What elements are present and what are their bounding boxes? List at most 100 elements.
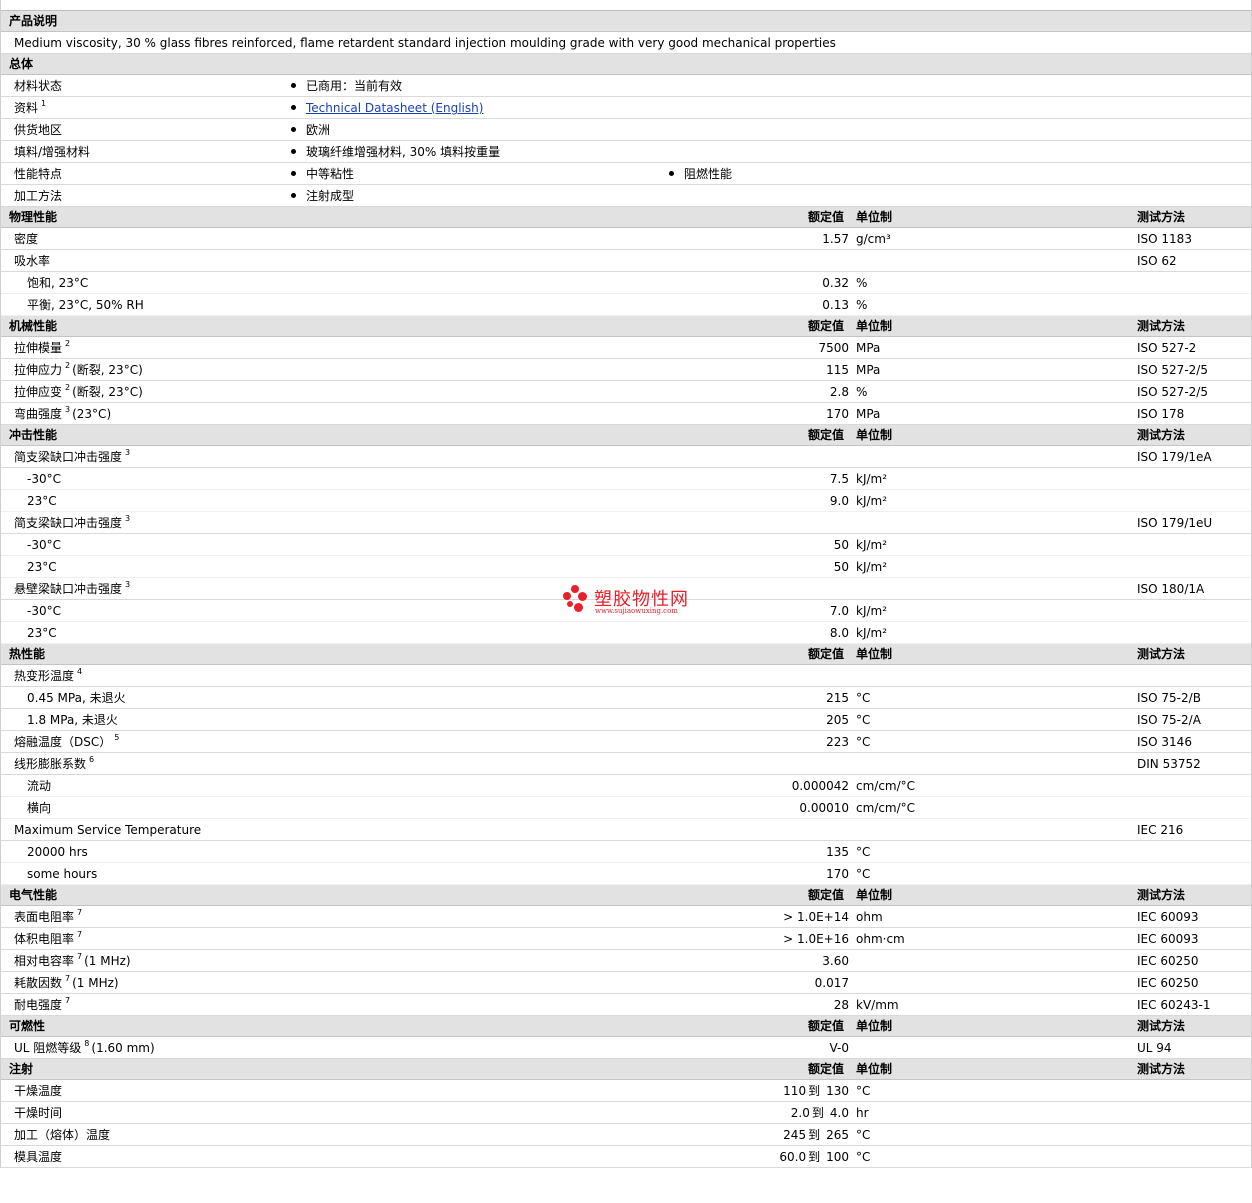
property-name: 相对电容率 (14, 954, 75, 968)
row-label: 性能特点 (14, 167, 63, 181)
test-method: IEC 60093 (1137, 932, 1199, 946)
property-name: 流动 (27, 779, 52, 793)
bullet-icon (291, 193, 296, 198)
range-max: 130 (826, 1084, 849, 1098)
footnote-ref: 3 (65, 405, 71, 414)
property-name: 悬壁梁缺口冲击强度 (14, 582, 123, 596)
property-unit: kJ/m² (856, 494, 888, 508)
property-unit: % (856, 385, 868, 399)
property-value: 7.0 (829, 604, 849, 618)
property-unit: cm/cm/°C (856, 779, 916, 793)
property-row: 干燥温度 110 到 130 °C (1, 1080, 1251, 1102)
footnote-ref: 8 (84, 1039, 90, 1048)
section-header-injection: 注射 额定值 单位制 测试方法 (1, 1059, 1251, 1080)
property-label: 热变形温度 4 (14, 665, 82, 687)
footnote-ref: 7 (65, 996, 71, 1005)
property-name: 熔融温度（DSC） (14, 735, 112, 749)
property-value-range: 2.0 到 4.0 (791, 1102, 849, 1124)
property-condition: (断裂, 23°C) (72, 363, 143, 377)
property-name: 拉伸模量 (14, 341, 63, 355)
bullet-value: 中等粘性 (291, 163, 354, 185)
property-value: 115 (826, 363, 849, 377)
property-row: 热变形温度 4 (1, 665, 1251, 687)
property-label: 悬壁梁缺口冲击强度 3 (14, 578, 130, 600)
property-label: 20000 hrs (27, 841, 88, 863)
property-name: 热变形温度 (14, 669, 75, 683)
property-value: 0.000042 (791, 779, 849, 793)
property-label: 密度 (14, 228, 38, 250)
property-row: 简支梁缺口冲击强度 3 ISO 179/1eU (1, 512, 1251, 534)
property-name: 横向 (27, 801, 52, 815)
property-value: 223 (826, 735, 849, 749)
property-row: 23°C 8.0 kJ/m² (1, 622, 1251, 644)
bullet-icon (291, 105, 296, 110)
range-min: 110 (783, 1084, 807, 1098)
property-row: 平衡, 23°C, 50% RH 0.13% (1, 294, 1251, 316)
property-row: 密度 1.57 g/cm³ ISO 1183 (1, 228, 1251, 250)
general-row-filler: 填料/增强材料 玻璃纤维增强材料, 30% 填料按重量 (1, 141, 1251, 163)
property-value: 8.0 (829, 626, 849, 640)
property-unit: ohm·cm (856, 932, 905, 946)
property-condition: (23°C) (72, 407, 112, 421)
property-unit: °C (856, 1084, 871, 1098)
section-header-flammability: 可燃性 额定值 单位制 测试方法 (1, 1016, 1251, 1037)
property-name: 体积电阻率 (14, 932, 75, 946)
test-method: IEC 60243-1 (1137, 998, 1211, 1012)
property-label: 平衡, 23°C, 50% RH (27, 294, 144, 316)
property-value: 3.60 (822, 954, 849, 968)
property-name: 饱和, 23°C (27, 276, 89, 290)
property-name: -30°C (27, 472, 61, 486)
property-condition: (1 MHz) (84, 954, 131, 968)
datasheet: 产品说明 Medium viscosity, 30 % glass fibres… (0, 0, 1252, 1168)
property-unit: kJ/m² (856, 604, 888, 618)
property-label: 相对电容率 7 (1 MHz) (14, 950, 131, 972)
property-unit: °C (856, 867, 871, 881)
property-label: 模具温度 (14, 1146, 62, 1168)
property-value: V-0 (829, 1041, 849, 1055)
column-header-unit: 单位制 (856, 647, 893, 661)
footnote-ref: 7 (77, 930, 83, 939)
section-title: 注射 (9, 1062, 34, 1076)
property-unit: °C (856, 1128, 871, 1142)
property-row: some hours 170 °C (1, 863, 1251, 885)
bullet-icon (291, 171, 296, 176)
property-label: 横向 (27, 797, 51, 819)
section-title: 产品说明 (9, 14, 58, 28)
property-label: 表面电阻率 7 (14, 906, 82, 928)
column-header-unit: 单位制 (856, 210, 893, 224)
footnote-ref: 7 (77, 908, 83, 917)
property-value: 9.0 (829, 494, 849, 508)
property-value: 215 (826, 691, 849, 705)
section-title: 总体 (9, 57, 34, 71)
property-name: 模具温度 (14, 1150, 63, 1164)
datasheet-link[interactable]: Technical Datasheet (English) (306, 101, 483, 115)
column-header-value: 额定值 (808, 647, 845, 661)
property-value: 7500 (818, 341, 849, 355)
property-label: some hours (27, 863, 97, 885)
description-text: Medium viscosity, 30 % glass fibres rein… (14, 36, 836, 50)
property-unit: kV/mm (856, 998, 899, 1012)
column-header-test: 测试方法 (1137, 1019, 1186, 1033)
test-method: ISO 179/1eA (1137, 450, 1212, 464)
property-unit: % (856, 298, 868, 312)
bullet-icon (669, 171, 674, 176)
column-header-test: 测试方法 (1137, 319, 1186, 333)
test-method: ISO 3146 (1137, 735, 1192, 749)
footnote-ref: 2 (65, 383, 71, 392)
property-unit: kJ/m² (856, 626, 888, 640)
range-min: 2.0 (790, 1106, 810, 1120)
bullet-value: 欧洲 (291, 119, 330, 141)
section-header-description: 产品说明 (1, 11, 1251, 32)
property-value: 28 (833, 998, 849, 1012)
property-unit: kJ/m² (856, 560, 888, 574)
row-label: 加工方法 (14, 189, 63, 203)
property-label: -30°C (27, 534, 61, 556)
property-row: 拉伸应力 2 (断裂, 23°C) 115 MPa ISO 527-2/5 (1, 359, 1251, 381)
property-value: 0.017 (814, 976, 849, 990)
section-header-impact: 冲击性能 额定值 单位制 测试方法 (1, 425, 1251, 446)
section-header-thermal: 热性能 额定值 单位制 测试方法 (1, 644, 1251, 665)
property-name: 加工（熔体）温度 (14, 1128, 111, 1142)
column-header-value: 额定值 (808, 428, 845, 442)
property-sections: 物理性能 额定值 单位制 测试方法 密度 1.57 g/cm³ ISO 1183 吸水率 ISO … (1, 207, 1251, 1168)
property-value: 2.8 (829, 385, 849, 399)
